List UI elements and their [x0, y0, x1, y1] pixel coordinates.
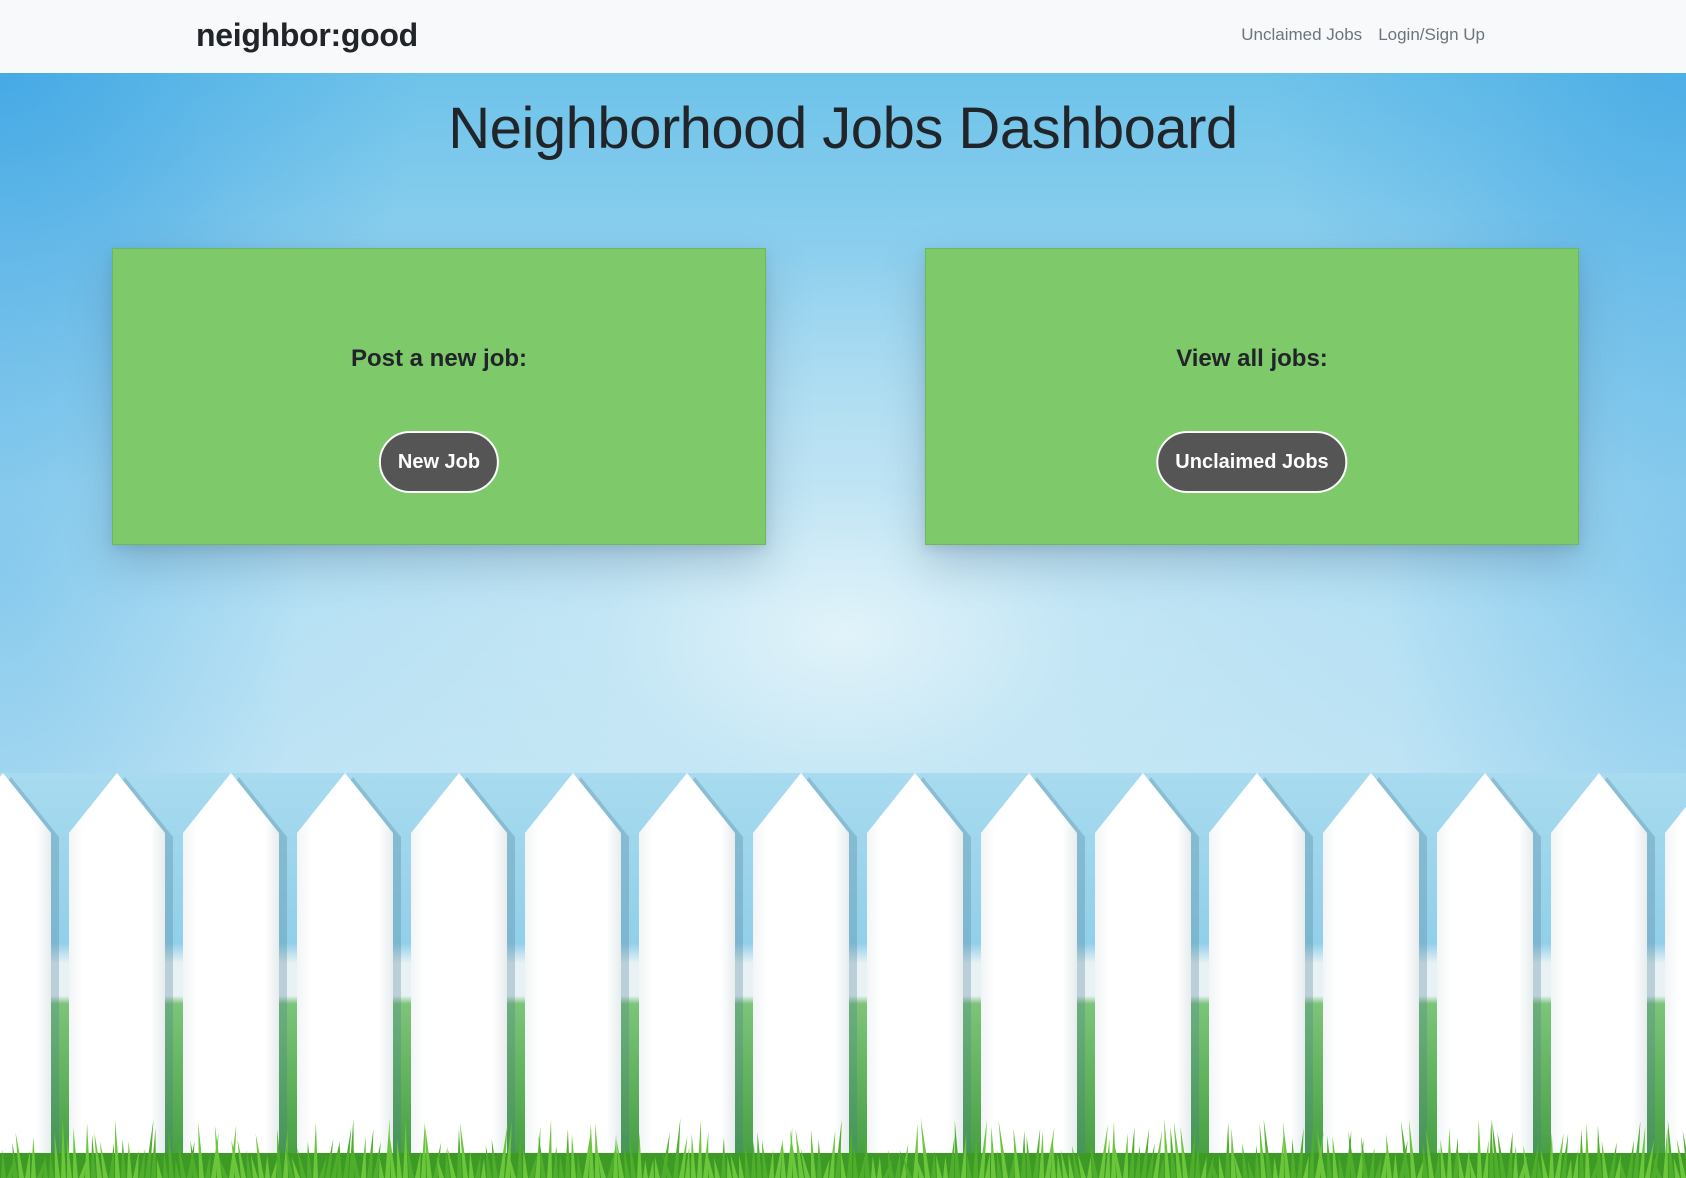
fence-picket [1209, 773, 1305, 1178]
nav-link-login-signup[interactable]: Login/Sign Up [1378, 25, 1485, 45]
background-scene [0, 73, 1686, 1178]
fence-picket [525, 773, 621, 1178]
fence-picket [1323, 773, 1419, 1178]
view-jobs-heading: View all jobs: [1176, 345, 1328, 372]
brand-logo[interactable]: neighbor:good [196, 17, 418, 54]
navbar: neighbor:good Unclaimed Jobs Login/Sign … [0, 0, 1686, 73]
fence-picket [1665, 806, 1686, 1178]
post-job-card: Post a new job: New Job [112, 248, 766, 545]
fence-picket [183, 773, 279, 1178]
fence-picket [753, 773, 849, 1178]
fence-picket [297, 773, 393, 1178]
fence-picket [1551, 773, 1647, 1178]
unclaimed-jobs-button[interactable]: Unclaimed Jobs [1156, 431, 1348, 493]
fence-picket [69, 773, 165, 1178]
fence-picket [639, 773, 735, 1178]
nav-links: Unclaimed Jobs Login/Sign Up [1241, 25, 1485, 45]
fence-picket [1095, 773, 1191, 1178]
post-job-heading: Post a new job: [350, 345, 527, 372]
fence-picket [1437, 773, 1533, 1178]
page-title: Neighborhood Jobs Dashboard [448, 96, 1238, 161]
picket-fence-illustration [0, 773, 1686, 1178]
fence-picket [981, 773, 1077, 1178]
new-job-button[interactable]: New Job [378, 431, 500, 493]
fence-picket [867, 773, 963, 1178]
view-jobs-card: View all jobs: Unclaimed Jobs [925, 248, 1579, 545]
nav-link-unclaimed-jobs[interactable]: Unclaimed Jobs [1241, 25, 1362, 45]
fence-picket [411, 773, 507, 1178]
fence-picket [0, 773, 51, 1178]
